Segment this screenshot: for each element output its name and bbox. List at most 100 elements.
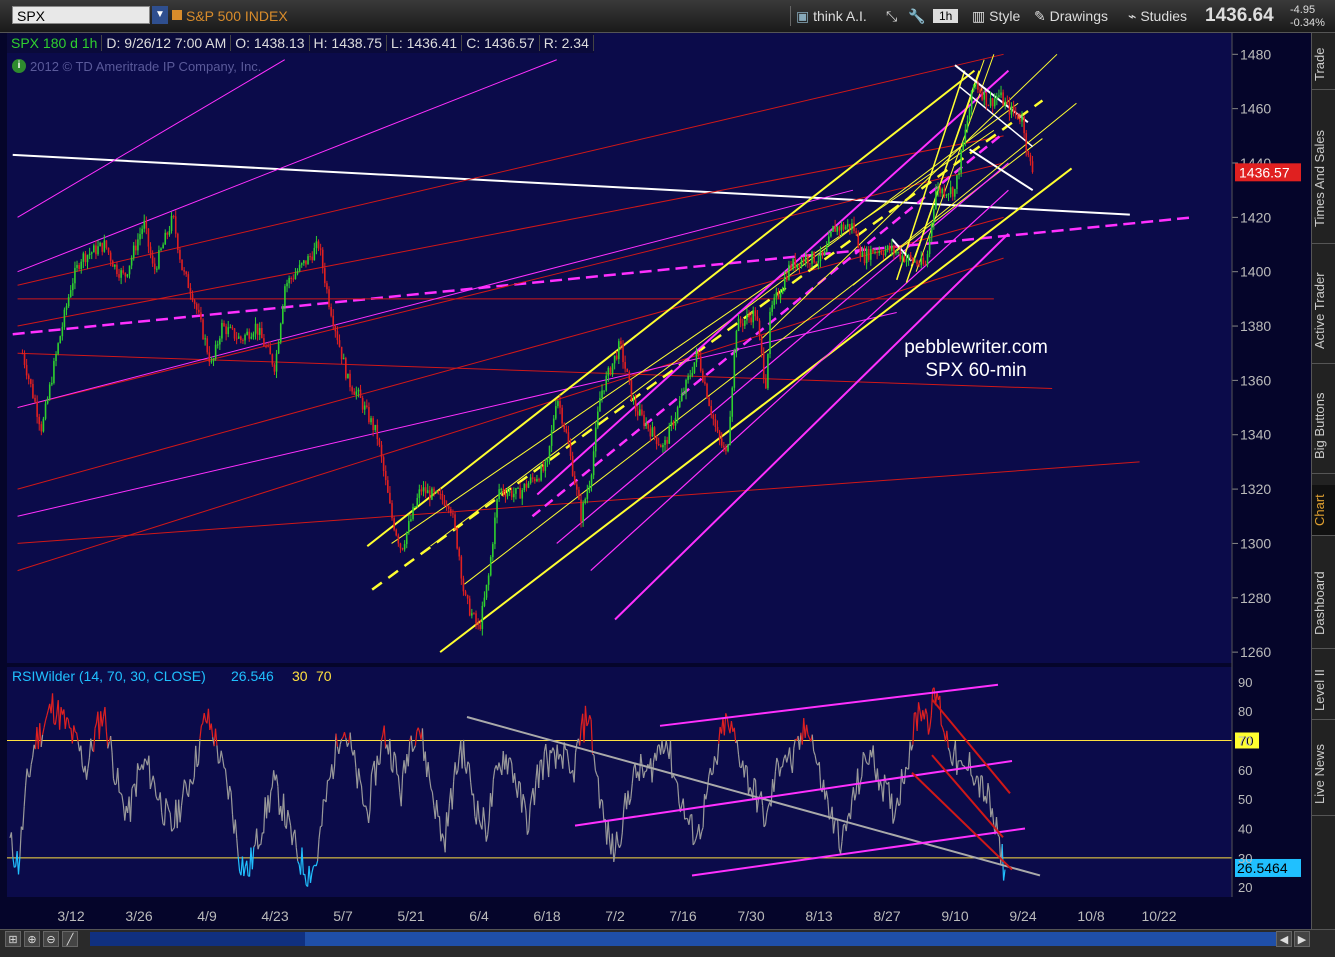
price-bar-body xyxy=(1025,133,1027,151)
price-bar-body xyxy=(641,409,643,414)
rsi-tick-label: 70 xyxy=(1238,733,1252,748)
price-bar-body xyxy=(576,484,578,489)
price-bar-body xyxy=(230,327,232,328)
wrench-icon[interactable]: 🔧 xyxy=(908,7,925,25)
price-bar-body xyxy=(213,359,215,362)
price-change-percent: -0.34% xyxy=(1290,17,1325,29)
price-bar-body xyxy=(43,419,45,432)
draw-line-icon[interactable]: ╱ xyxy=(62,931,78,947)
symbol-dropdown-icon[interactable]: ▼ xyxy=(152,6,168,24)
bar-range: R: 2.34 xyxy=(540,35,594,51)
price-bar-body xyxy=(221,323,223,338)
zoom-out-icon[interactable]: ⊖ xyxy=(43,931,59,947)
price-bar-body xyxy=(154,264,156,270)
zoom-fit-icon[interactable]: ⊞ xyxy=(5,931,21,947)
price-bar-body xyxy=(253,334,255,337)
tab-chart[interactable]: Chart xyxy=(1312,485,1335,536)
price-bar-body xyxy=(853,223,855,231)
copyright-text: 2012 © TD Ameritrade IP Company, Inc. xyxy=(30,59,261,74)
price-bar-body xyxy=(736,331,738,352)
tab-dashboard[interactable]: Dashboard xyxy=(1312,558,1335,649)
price-bar-body xyxy=(631,380,633,400)
price-bar-body xyxy=(746,315,748,320)
crosshair-icon[interactable]: ⤡ xyxy=(886,7,897,25)
tab-active-trader[interactable]: Active Trader xyxy=(1312,258,1335,364)
last-price: 1436.64 xyxy=(1205,5,1274,27)
price-bar-body xyxy=(211,361,213,362)
price-bar-body xyxy=(164,233,166,245)
tab-live-news[interactable]: Live News xyxy=(1312,733,1335,816)
price-bar-body xyxy=(918,264,920,265)
price-bar-body xyxy=(782,289,784,294)
price-bar-body xyxy=(870,249,872,260)
scrollbar-thumb[interactable] xyxy=(305,932,1280,946)
price-bar-body xyxy=(1004,101,1006,105)
price-bar-body xyxy=(836,227,838,232)
price-bar-body xyxy=(580,500,582,522)
rsi-tick-label: 80 xyxy=(1238,704,1252,719)
studies-button[interactable]: ⌁ Studies xyxy=(1128,7,1187,25)
price-bar-body xyxy=(906,259,908,262)
price-bar-body xyxy=(582,503,584,522)
price-bar-body xyxy=(832,226,834,232)
tab-times-and-sales[interactable]: Times And Sales xyxy=(1312,113,1335,244)
zoom-in-icon[interactable]: ⊕ xyxy=(24,931,40,947)
price-tick-label: 1420 xyxy=(1240,209,1271,225)
price-bar-body xyxy=(971,90,973,109)
price-bar-body xyxy=(425,487,427,493)
price-bar-body xyxy=(773,298,775,305)
scroll-right-icon[interactable]: ▶ xyxy=(1294,931,1310,947)
scroll-left-icon[interactable]: ◀ xyxy=(1276,931,1292,947)
tab-level-ii[interactable]: Level II xyxy=(1312,661,1335,720)
price-bar-body xyxy=(830,232,832,237)
price-bar-body xyxy=(584,499,586,503)
price-bar-body xyxy=(652,427,654,436)
price-bar-body xyxy=(465,591,467,595)
price-bar-body xyxy=(587,491,589,499)
price-bar-body xyxy=(381,445,383,458)
price-bar-body xyxy=(910,255,912,258)
rsi-line-segment xyxy=(685,818,686,819)
price-bar-body xyxy=(618,341,620,359)
price-bar-body xyxy=(931,223,933,236)
price-bar-body xyxy=(895,252,897,253)
tab-trade[interactable]: Trade xyxy=(1312,39,1335,90)
price-bar-body xyxy=(507,493,509,497)
think-ai-button[interactable]: ▣ think A.I. xyxy=(796,7,867,25)
price-bar-body xyxy=(219,338,221,344)
drawings-button[interactable]: ✎ Drawings xyxy=(1034,7,1108,25)
price-bar-body xyxy=(320,248,322,249)
timeframe-button[interactable]: 1h xyxy=(933,9,958,23)
chart-area[interactable]: pebblewriter.comSPX 60-min 70RSIWilder (… xyxy=(0,33,1311,929)
tab-big-buttons[interactable]: Big Buttons xyxy=(1312,378,1335,474)
price-bar-body xyxy=(452,513,454,514)
price-bar-body xyxy=(234,328,236,338)
price-bar-body xyxy=(702,371,704,382)
flag-icon[interactable] xyxy=(172,10,182,20)
price-bar-body xyxy=(30,379,32,384)
price-bar-body xyxy=(442,494,444,500)
price-bar-body xyxy=(757,316,759,320)
rsi-tick-label: 40 xyxy=(1238,822,1252,837)
price-bar-body xyxy=(1000,92,1002,95)
price-bar-body xyxy=(236,339,238,340)
price-bar-body xyxy=(295,274,297,279)
price-bar-body xyxy=(960,150,962,173)
price-bar-body xyxy=(794,259,796,268)
price-bar-body xyxy=(477,624,479,625)
chart-label[interactable]: SPX 180 d 1h xyxy=(7,35,102,51)
style-button[interactable]: ▥ Style xyxy=(972,7,1020,25)
price-bar-body xyxy=(1015,112,1017,114)
rsi-overbought-value: 70 xyxy=(316,668,332,684)
date-tick-label: 8/13 xyxy=(805,908,832,924)
price-bar-body xyxy=(377,425,379,439)
price-bar-body xyxy=(698,352,700,357)
price-bar-body xyxy=(612,363,614,374)
price-bar-body xyxy=(68,297,70,306)
price-bar-body xyxy=(1021,117,1023,122)
price-bar-body xyxy=(973,85,975,91)
symbol-input[interactable]: SPX xyxy=(12,6,150,24)
price-bar-body xyxy=(626,369,628,372)
price-bar-body xyxy=(398,535,400,543)
info-icon[interactable]: i xyxy=(12,59,26,73)
